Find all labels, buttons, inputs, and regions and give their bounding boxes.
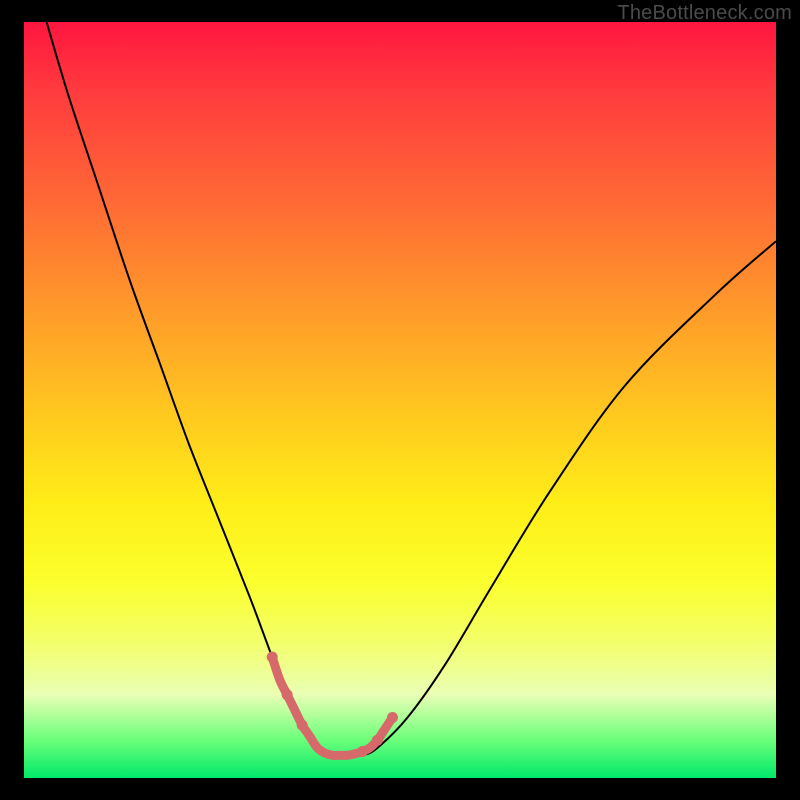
bottleneck-curve (47, 22, 776, 756)
curve-layer (24, 22, 776, 778)
chart-frame: TheBottleneck.com (0, 0, 800, 800)
highlight-dot (267, 652, 278, 663)
valley-highlight-dots (267, 652, 398, 758)
highlight-dot (297, 720, 308, 731)
highlight-dot (282, 689, 293, 700)
highlight-dot (372, 735, 383, 746)
highlight-dot (387, 712, 398, 723)
plot-area (24, 22, 776, 778)
highlight-dot (357, 746, 368, 757)
